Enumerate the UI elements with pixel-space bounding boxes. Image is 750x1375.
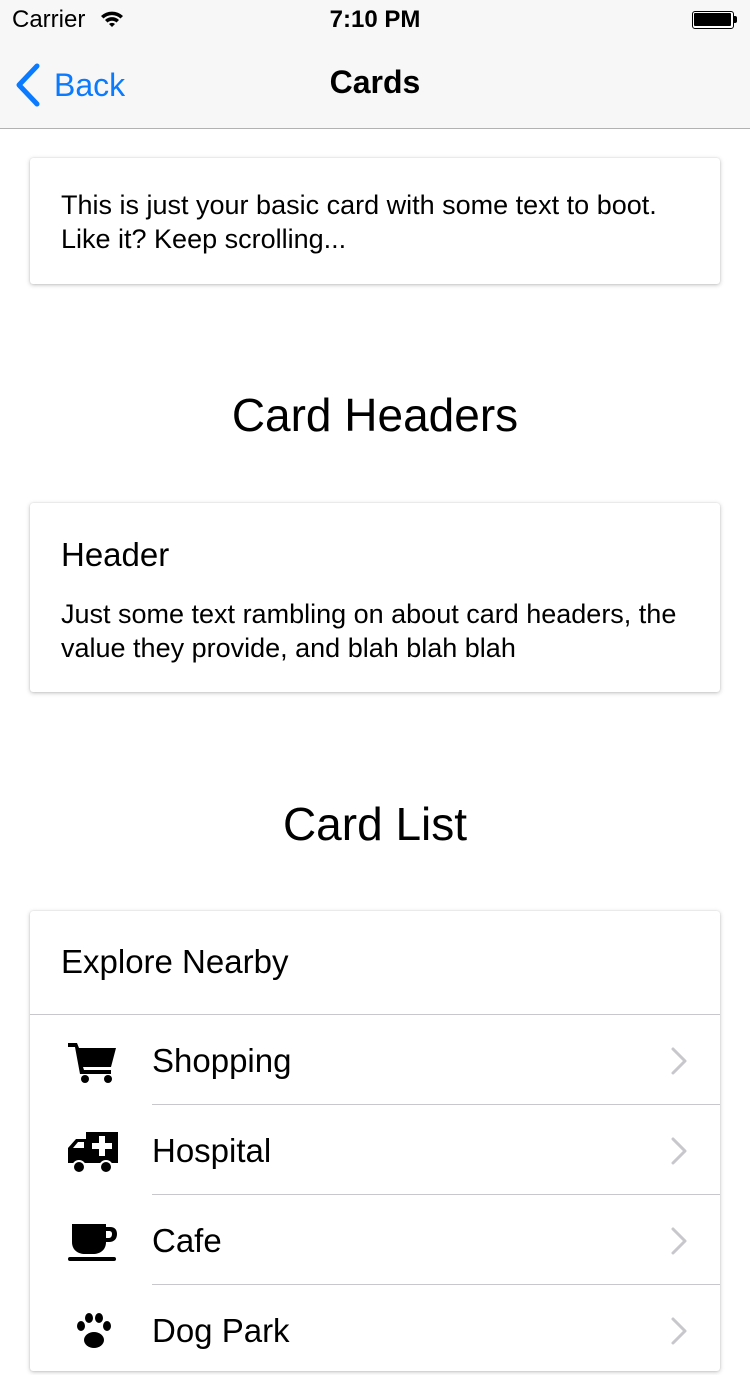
chevron-right-icon bbox=[671, 1227, 687, 1255]
chevron-right-icon bbox=[671, 1047, 687, 1075]
battery-icon bbox=[692, 11, 738, 29]
card-list-header: Explore Nearby bbox=[30, 911, 720, 1015]
page-title: Cards bbox=[329, 64, 421, 100]
list-item-label: Hospital bbox=[152, 1132, 272, 1169]
ambulance-icon bbox=[68, 1132, 118, 1174]
card-list: Explore Nearby Shopping Hospital Cafe Do… bbox=[30, 911, 720, 1371]
chevron-right-icon bbox=[671, 1317, 687, 1345]
card-list-title: Explore Nearby bbox=[61, 943, 289, 980]
card-header-title: Header bbox=[61, 536, 170, 573]
list-item-cafe[interactable]: Cafe bbox=[30, 1195, 720, 1285]
list-item-label: Shopping bbox=[152, 1042, 292, 1079]
chevron-right-icon bbox=[671, 1137, 687, 1165]
status-bar: Carrier 7:10 PM bbox=[0, 0, 750, 40]
header-card: Header Just some text rambling on about … bbox=[30, 503, 720, 692]
status-time: 7:10 PM bbox=[329, 6, 421, 33]
paw-icon bbox=[77, 1313, 111, 1348]
list-item-label: Cafe bbox=[152, 1222, 222, 1259]
section-heading-card-list: Card List bbox=[282, 798, 468, 850]
list-item-shopping[interactable]: Shopping bbox=[30, 1015, 720, 1105]
list-item-label: Dog Park bbox=[152, 1312, 290, 1349]
coffee-icon bbox=[68, 1224, 117, 1261]
section-heading-card-headers: Card Headers bbox=[231, 389, 519, 441]
basic-card-text: This is just your basic card with some t… bbox=[61, 190, 657, 254]
navigation-bar: Back Cards bbox=[0, 40, 750, 129]
card-header-text: Just some text rambling on about card he… bbox=[61, 599, 677, 663]
basic-card: This is just your basic card with some t… bbox=[30, 158, 720, 284]
cart-icon bbox=[68, 1043, 116, 1083]
list-item-hospital[interactable]: Hospital bbox=[30, 1105, 720, 1195]
list-item-dog-park[interactable]: Dog Park bbox=[30, 1285, 720, 1375]
